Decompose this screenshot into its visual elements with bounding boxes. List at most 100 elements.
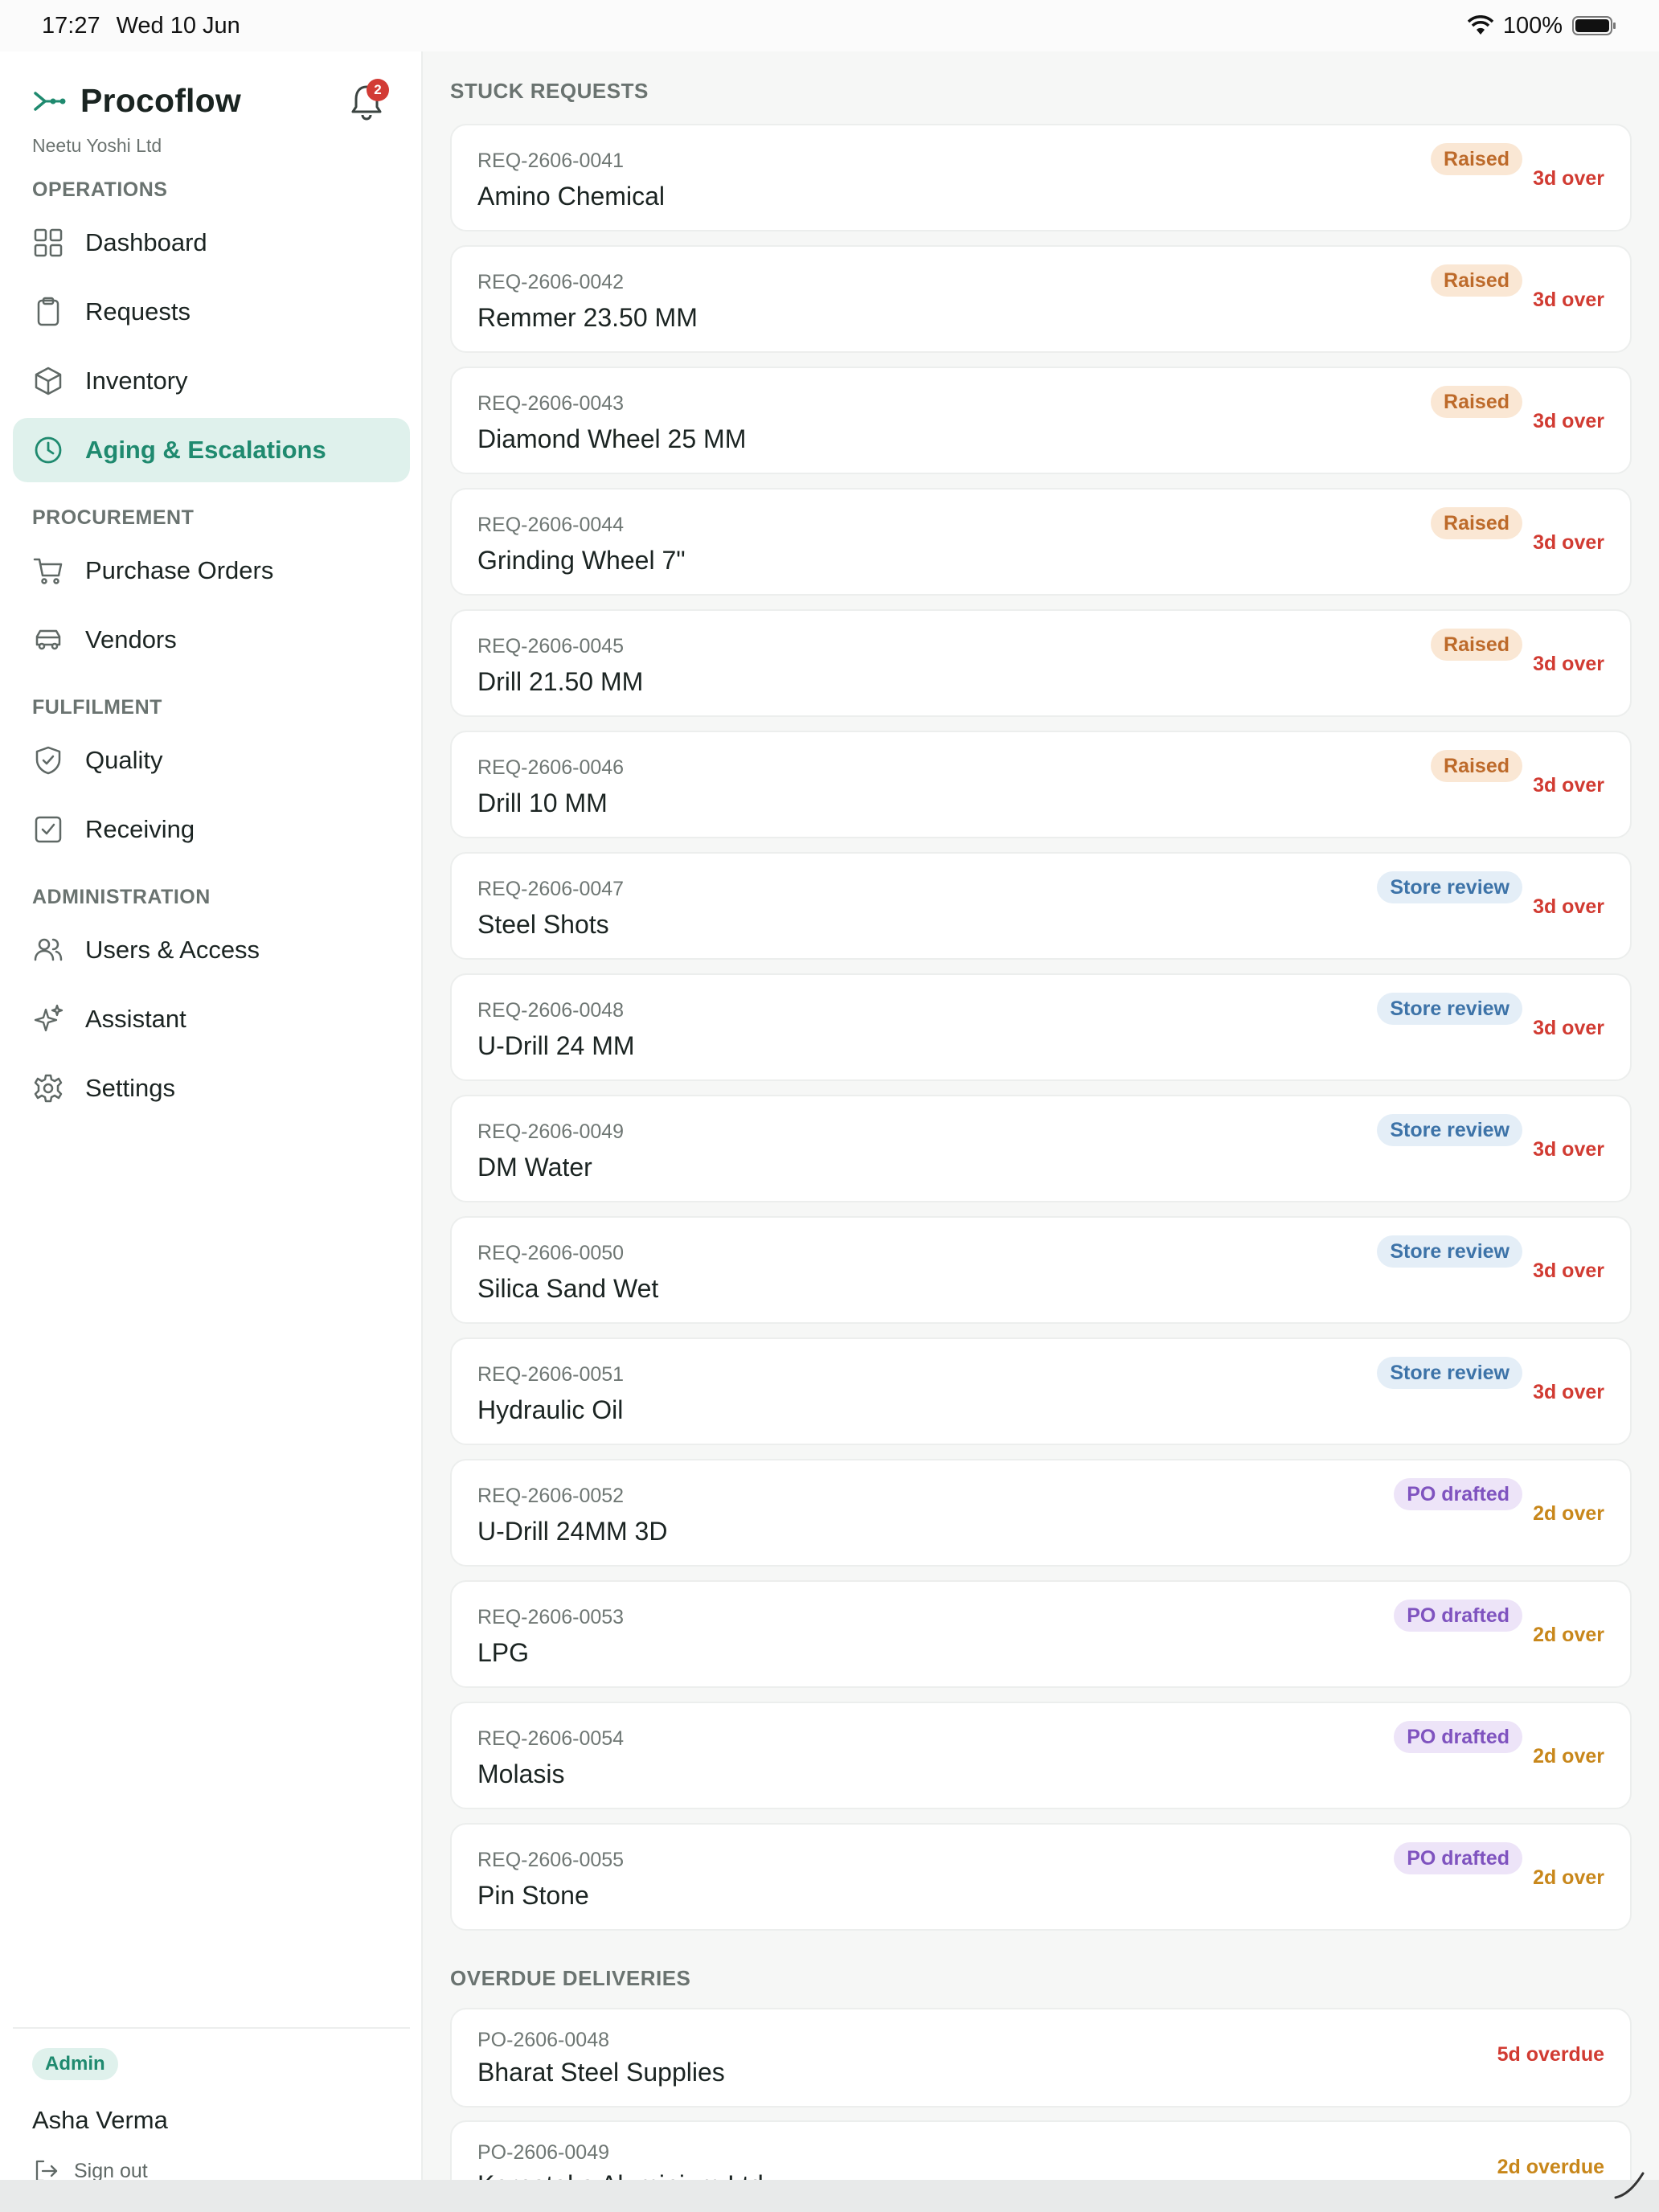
request-name: Amino Chemical [477, 182, 665, 211]
sidebar: Procoflow Neetu Yoshi Ltd 2 OPERATIONS D… [0, 51, 423, 2182]
po-id: PO-2606-0048 [477, 2029, 610, 2051]
status-time: 17:27 [42, 12, 100, 39]
status-badge: Store review [1377, 993, 1522, 1025]
sidebar-item-settings[interactable]: Settings [13, 1056, 410, 1120]
overdue-label: 5d overdue [1497, 2043, 1604, 2066]
request-name: Grinding Wheel 7" [477, 546, 686, 575]
sidebar-item-label: Users & Access [85, 936, 260, 964]
request-card[interactable]: REQ-2606-0055 Pin Stone PO drafted 2d over [450, 1823, 1632, 1931]
request-name: Steel Shots [477, 910, 609, 939]
sidebar-item-inventory[interactable]: Inventory [13, 349, 410, 413]
overdue-label: 3d over [1533, 895, 1604, 918]
overdue-label: 3d over [1533, 167, 1604, 190]
overdue-label: 3d over [1533, 289, 1604, 311]
checkbox-icon [35, 816, 62, 843]
request-id: REQ-2606-0046 [477, 756, 625, 779]
request-id: REQ-2606-0047 [477, 878, 625, 900]
request-card[interactable]: REQ-2606-0045 Drill 21.50 MM Raised 3d over [450, 609, 1632, 717]
grid-icon [34, 228, 63, 257]
request-id: REQ-2606-0041 [477, 150, 625, 172]
clock-icon [35, 436, 62, 464]
overdue-label: 3d over [1533, 653, 1604, 675]
battery-percent: 100% [1502, 12, 1563, 39]
request-name: Hydraulic Oil [477, 1395, 624, 1424]
sidebar-item-quality[interactable]: Quality [13, 728, 410, 793]
sidebar-item-label: Requests [85, 297, 190, 326]
brand[interactable]: Procoflow [32, 82, 241, 120]
request-id: REQ-2606-0054 [477, 1727, 625, 1750]
request-id: REQ-2606-0050 [477, 1242, 625, 1264]
request-card[interactable]: REQ-2606-0054 Molasis PO drafted 2d over [450, 1702, 1632, 1809]
overdue-label: 3d over [1533, 531, 1604, 554]
sidebar-item-users-access[interactable]: Users & Access [13, 918, 410, 982]
status-badge: Raised [1431, 629, 1522, 661]
request-id: REQ-2606-0055 [477, 1849, 625, 1871]
sidebar-item-assistant[interactable]: Assistant [13, 987, 410, 1051]
request-card[interactable]: REQ-2606-0043 Diamond Wheel 25 MM Raised 3d… [450, 367, 1632, 474]
sidebar-item-label: Inventory [85, 367, 188, 395]
status-badge: Store review [1377, 871, 1522, 903]
request-name: U-Drill 24MM 3D [477, 1517, 668, 1546]
sidebar-item-aging-escalations[interactable]: Aging & Escalations [13, 418, 410, 482]
request-card[interactable]: REQ-2606-0052 U-Drill 24MM 3D PO drafted 2d… [450, 1459, 1632, 1567]
request-id: REQ-2606-0051 [477, 1363, 625, 1386]
request-id: REQ-2606-0052 [477, 1485, 625, 1507]
status-badge: Raised [1431, 143, 1522, 175]
request-name: Remmer 23.50 MM [477, 303, 698, 332]
procoflow-logo-icon [34, 91, 66, 111]
sidebar-item-label: Dashboard [85, 228, 207, 256]
sidebar-item-label: Aging & Escalations [85, 436, 326, 464]
sidebar-item-label: Vendors [85, 625, 177, 653]
request-card[interactable]: REQ-2606-0041 Amino Chemical Raised 3d over [450, 124, 1632, 231]
request-name: Silica Sand Wet [477, 1274, 659, 1303]
app-name: Procoflow [80, 82, 241, 119]
overdue-label: 2d over [1533, 1866, 1604, 1889]
request-card[interactable]: REQ-2606-0044 Grinding Wheel 7" Raised 3d o… [450, 488, 1632, 596]
sidebar-item-dashboard[interactable]: Dashboard [13, 211, 410, 275]
status-bar: 17:27 Wed 10 Jun 100% [0, 0, 1659, 51]
request-card[interactable]: REQ-2606-0051 Hydraulic Oil Store review 3d… [450, 1337, 1632, 1445]
overdue-label: 3d over [1533, 410, 1604, 432]
status-badge: PO drafted [1394, 1721, 1522, 1753]
sidebar-item-purchase-orders[interactable]: Purchase Orders [13, 539, 410, 603]
request-id: REQ-2606-0053 [477, 1606, 625, 1628]
delivery-card[interactable]: PO-2606-0049 Karnataka Aluminium Ltd 2d ov… [450, 2120, 1632, 2180]
role-badge: Admin [32, 2048, 118, 2080]
request-card[interactable]: REQ-2606-0050 Silica Sand Wet Store review… [450, 1216, 1632, 1324]
status-date: Wed 10 Jun [116, 12, 240, 39]
overdue-label: 3d over [1533, 1138, 1604, 1161]
request-id: REQ-2606-0048 [477, 999, 625, 1022]
request-card[interactable]: REQ-2606-0042 Remmer 23.50 MM Raised 3d ove… [450, 245, 1632, 353]
overdue-label: 3d over [1533, 774, 1604, 797]
section-label-operations: OPERATIONS [32, 178, 168, 201]
po-id: PO-2606-0049 [477, 2141, 610, 2164]
status-badge: Raised [1431, 386, 1522, 418]
sidebar-item-receiving[interactable]: Receiving [13, 797, 410, 862]
section-label-procurement: PROCUREMENT [32, 506, 195, 529]
request-card[interactable]: REQ-2606-0047 Steel Shots Store review 3d o… [450, 852, 1632, 960]
main-content: STUCK REQUESTS REQ-2606-0041 Amino Chemic… [423, 51, 1659, 2180]
request-id: REQ-2606-0049 [477, 1120, 625, 1143]
users-icon [34, 938, 63, 961]
wifi-icon [1467, 15, 1493, 35]
delivery-card[interactable]: PO-2606-0048 Bharat Steel Supplies 5d over… [450, 2008, 1632, 2108]
cart-icon [33, 558, 63, 584]
request-card[interactable]: REQ-2606-0046 Drill 10 MM Raised 3d over [450, 731, 1632, 838]
vendor-name: Karnataka Aluminium Ltd [477, 2170, 764, 2180]
request-card[interactable]: REQ-2606-0049 DM Water Store review 3d over [450, 1095, 1632, 1202]
status-badge: Raised [1431, 264, 1522, 297]
status-badge: Store review [1377, 1235, 1522, 1268]
battery-icon [1572, 16, 1616, 35]
box-icon [35, 367, 62, 395]
sidebar-item-vendors[interactable]: Vendors [13, 608, 410, 672]
request-name: Pin Stone [477, 1881, 589, 1910]
sidebar-item-label: Receiving [85, 815, 195, 843]
request-name: U-Drill 24 MM [477, 1031, 635, 1060]
sidebar-item-requests[interactable]: Requests [13, 280, 410, 344]
overdue-label: 3d over [1533, 1381, 1604, 1403]
request-name: Molasis [477, 1759, 565, 1788]
request-card[interactable]: REQ-2606-0053 LPG PO drafted 2d over [450, 1580, 1632, 1688]
request-card[interactable]: REQ-2606-0048 U-Drill 24 MM Store review 3d… [450, 973, 1632, 1081]
request-name: Drill 21.50 MM [477, 667, 644, 696]
overdue-label: 3d over [1533, 1017, 1604, 1039]
